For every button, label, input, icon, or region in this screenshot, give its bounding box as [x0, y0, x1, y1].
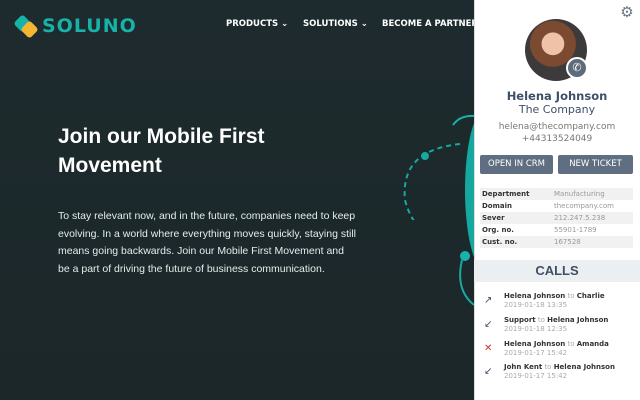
brand-name: SOLUNO — [42, 15, 137, 37]
hero-text: To stay relevant now, and in the future,… — [58, 210, 357, 275]
contact-name: Helena Johnson — [506, 89, 608, 103]
calls-header: CALLS — [474, 260, 640, 282]
soluno-logo[interactable]: SOLUNO — [13, 14, 137, 39]
incoming-call-icon: ↙ — [484, 319, 493, 330]
info-row: Cust. no. 167528 — [480, 236, 633, 248]
contact-email[interactable]: helena@thecompany.com — [474, 122, 640, 132]
logo-mark-icon — [13, 14, 39, 39]
nav-solutions[interactable]: SOLUTIONS ⌄ — [303, 19, 368, 29]
incoming-call-icon: ↙ — [484, 366, 493, 377]
new-ticket-button[interactable]: NEW TICKET — [558, 155, 633, 174]
info-row: Domain thecompany.com — [482, 202, 614, 210]
info-row: Sever 212.247.5.238 — [480, 212, 633, 224]
info-row: Department Manufacturing — [480, 188, 633, 200]
missed-call-icon: ✕ — [484, 343, 493, 354]
contact-phone[interactable]: +44313524049 — [474, 134, 640, 144]
gear-icon[interactable]: ⚙ — [619, 5, 635, 21]
contact-info-table: Department Manufacturing Domain thecompany… — [480, 188, 633, 248]
hero-title: Join our Mobile First Movement — [58, 125, 265, 177]
open-in-crm-button[interactable]: OPEN IN CRM — [480, 155, 553, 174]
nav-become-partner[interactable]: BECOME A PARTNER ⌄ — [382, 19, 488, 29]
nav-products[interactable]: PRODUCTS ⌄ — [226, 19, 288, 29]
decorative-globe-edge — [459, 123, 474, 306]
phone-call-icon: ✆ — [566, 57, 588, 79]
info-row: Org. no. 55901-1789 — [482, 226, 597, 234]
website-background: SOLUNO PRODUCTS ⌄ SOLUTIONS ⌄ BECOME A P… — [0, 0, 488, 400]
contact-company: The Company — [518, 103, 596, 116]
outgoing-call-icon: ↗ — [484, 295, 493, 306]
